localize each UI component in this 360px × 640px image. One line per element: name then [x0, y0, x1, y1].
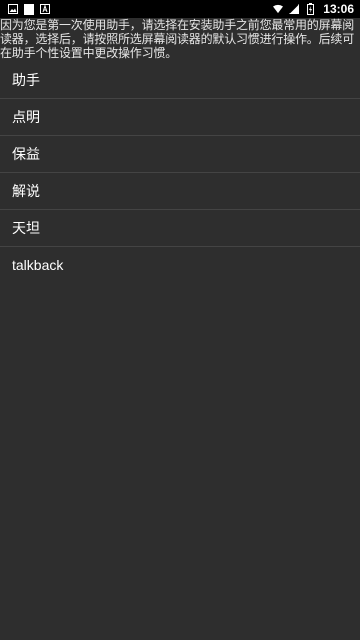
font-notification-icon — [40, 4, 50, 14]
document-notification-icon — [24, 3, 34, 15]
intro-text: 因为您是第一次使用助手，请选择在安装助手之前您最常用的屏幕阅读器，选择后，请按照… — [0, 18, 355, 60]
image-notification-icon — [8, 4, 18, 14]
option-tiantan[interactable]: 天坦 — [0, 210, 360, 247]
option-label: 助手 — [12, 72, 40, 88]
status-clock: 13:06 — [323, 2, 354, 16]
option-label: 解说 — [12, 183, 40, 199]
wifi-icon — [273, 4, 284, 14]
option-label: 点明 — [12, 109, 40, 125]
option-baoyi[interactable]: 保益 — [0, 136, 360, 173]
option-label: 天坦 — [12, 220, 40, 236]
option-talkback[interactable]: talkback — [0, 247, 360, 283]
option-label: 保益 — [12, 146, 40, 162]
screen-reader-options-list: 助手 点明 保益 解说 天坦 talkback — [0, 62, 360, 283]
status-bar: 13:06 — [0, 0, 360, 18]
option-label: talkback — [12, 257, 64, 273]
option-zhushou[interactable]: 助手 — [0, 62, 360, 99]
system-icons: 13:06 — [273, 2, 354, 16]
option-jieshuo[interactable]: 解说 — [0, 173, 360, 210]
option-dianming[interactable]: 点明 — [0, 99, 360, 136]
cellular-signal-icon — [289, 4, 300, 14]
battery-icon — [305, 3, 315, 15]
notification-icons — [8, 3, 50, 15]
